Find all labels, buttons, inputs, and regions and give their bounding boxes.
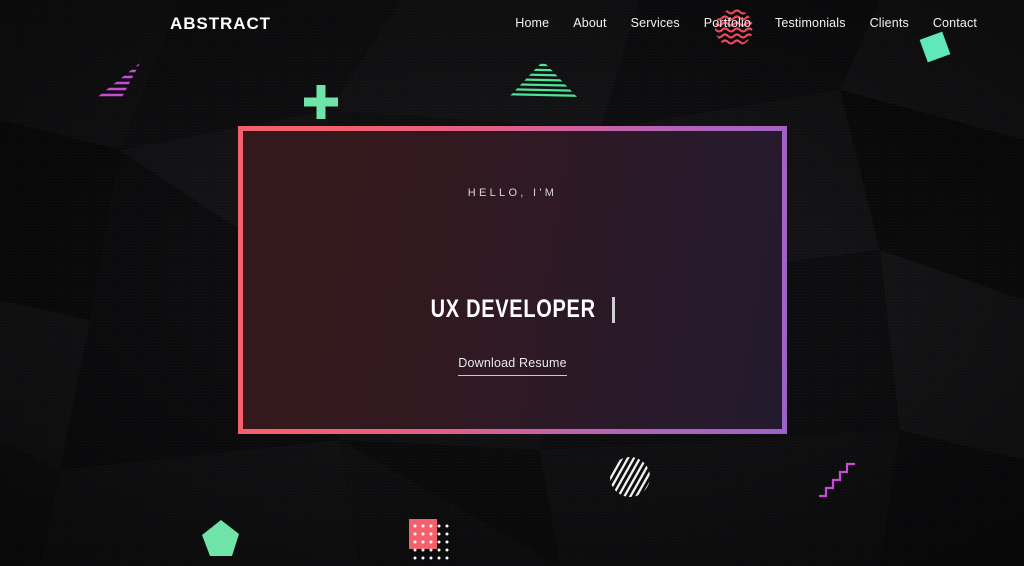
nav-item-contact[interactable]: Contact [921, 16, 989, 30]
site-header: ABSTRACT Home About Services Portfolio T… [0, 0, 1024, 50]
hero-greeting: HELLO, I'M [467, 187, 558, 199]
nav-item-portfolio[interactable]: Portfolio [692, 16, 763, 30]
typing-caret-icon [612, 296, 616, 323]
hero-role-wrapper: UX DEVELOPER [410, 295, 616, 324]
nav-item-services[interactable]: Services [619, 16, 692, 30]
hero-role: UX DEVELOPER [430, 295, 596, 323]
hero-gradient-frame: HELLO, I'M John Doe UX DEVELOPER Downloa… [238, 126, 787, 434]
hero-content: HELLO, I'M John Doe UX DEVELOPER Downloa… [243, 131, 782, 429]
nav-item-about[interactable]: About [561, 16, 618, 30]
brand-logo[interactable]: ABSTRACT [170, 14, 271, 34]
download-resume-link[interactable]: Download Resume [458, 356, 567, 376]
main-navigation: Home About Services Portfolio Testimonia… [503, 16, 989, 30]
nav-item-testimonials[interactable]: Testimonials [763, 16, 858, 30]
page-root: ABSTRACT Home About Services Portfolio T… [0, 0, 1024, 566]
nav-item-clients[interactable]: Clients [858, 16, 921, 30]
nav-item-home[interactable]: Home [503, 16, 561, 30]
